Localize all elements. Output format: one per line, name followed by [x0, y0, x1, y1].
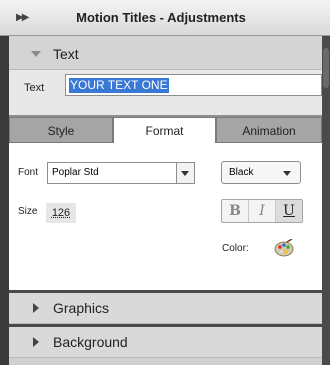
panel-scrollbar[interactable]: [322, 36, 330, 365]
section-label-background: Background: [53, 334, 128, 350]
color-palette-icon[interactable]: [274, 239, 294, 257]
bold-button[interactable]: B: [222, 200, 248, 222]
section-label-graphics: Graphics: [53, 300, 110, 316]
collapsed-triangle-icon: [33, 303, 39, 313]
chevron-down-icon: [283, 171, 291, 176]
text-input[interactable]: YOUR TEXT ONE: [65, 74, 322, 96]
format-panel: Font Poplar Std Black Size 126 B I U Col…: [9, 143, 322, 290]
underline-button[interactable]: U: [275, 200, 302, 222]
section-label-text: Text: [53, 46, 79, 62]
section-header-background[interactable]: Background: [9, 327, 322, 358]
section-header-text[interactable]: Text: [9, 36, 322, 70]
panel-title: Motion Titles - Adjustments: [76, 10, 246, 25]
size-label: Size: [18, 206, 38, 217]
font-family-value: Poplar Std: [52, 167, 99, 178]
tab-style[interactable]: Style: [9, 117, 113, 143]
text-field-label: Text: [24, 82, 45, 94]
collapsed-triangle-icon: [33, 337, 39, 347]
text-row: Text YOUR TEXT ONE: [9, 70, 322, 115]
dropdown-arrow-icon[interactable]: [176, 163, 194, 183]
font-style-select[interactable]: Black: [221, 161, 301, 184]
tab-animation[interactable]: Animation: [216, 117, 322, 143]
font-style-value: Black: [229, 167, 254, 178]
panel-titlebar: ▶▶ Motion Titles - Adjustments: [0, 0, 330, 36]
text-input-value: YOUR TEXT ONE: [69, 78, 169, 93]
tab-format[interactable]: Format: [113, 117, 216, 143]
font-family-select[interactable]: Poplar Std: [47, 162, 195, 184]
font-size-scrubber[interactable]: 126: [46, 203, 76, 223]
tab-bar: Style Format Animation: [9, 115, 322, 143]
italic-button[interactable]: I: [248, 200, 275, 222]
font-label: Font: [18, 167, 39, 178]
scrollbar-thumb[interactable]: [323, 48, 329, 88]
text-style-buttons: B I U: [221, 199, 303, 223]
expanded-triangle-icon: [31, 51, 41, 57]
color-label: Color:: [222, 243, 249, 254]
next-section-edge: [9, 358, 322, 365]
section-header-graphics[interactable]: Graphics: [9, 293, 322, 324]
